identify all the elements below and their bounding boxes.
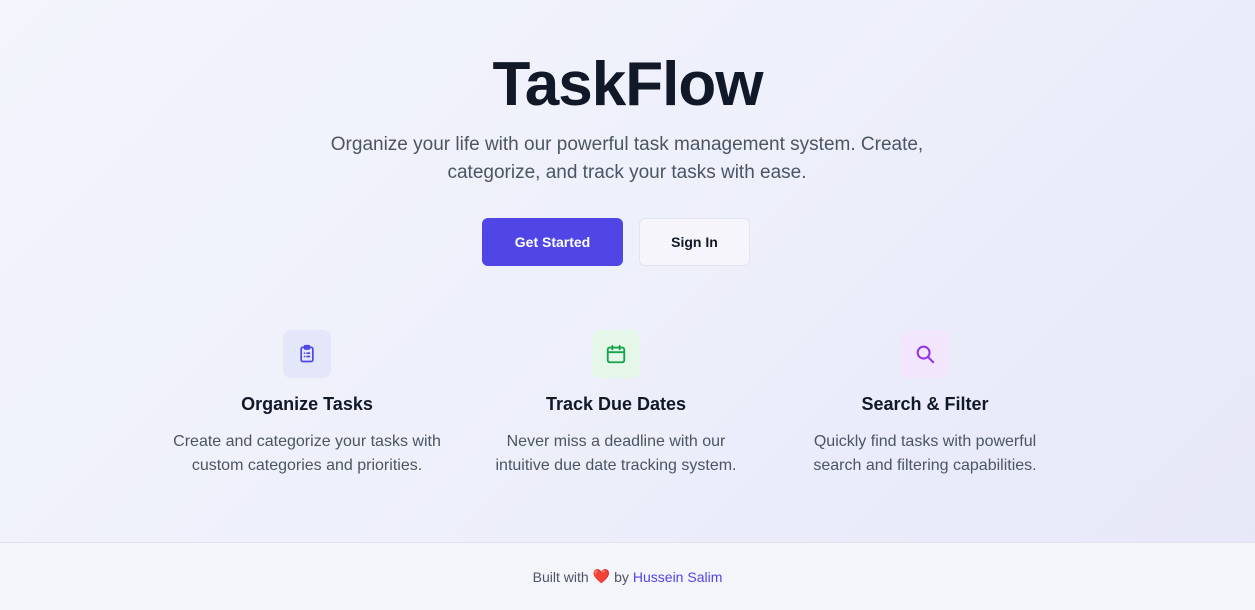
feature-description: Quickly find tasks with powerful search … — [813, 433, 1037, 474]
app-title: TaskFlow — [492, 50, 764, 119]
feature-title: Track Due Dates — [545, 394, 687, 414]
feature-organize-tasks: Organize Tasks Create and categorize you… — [157, 330, 457, 478]
feature-description: Create and categorize your tasks with cu… — [173, 433, 441, 474]
hero-subtitle: Organize your life with our powerful tas… — [330, 134, 924, 183]
page-footer: Built with ❤️ by Hussein Salim — [0, 542, 1255, 610]
get-started-button[interactable]: Get Started — [482, 218, 623, 266]
hero-section: TaskFlow Organize your life with our pow… — [0, 0, 1255, 542]
feature-track-due-dates: Track Due Dates Never miss a deadline wi… — [466, 330, 766, 478]
heart-icon: ❤️ — [592, 568, 611, 584]
clipboard-list-icon — [283, 330, 331, 378]
calendar-icon — [592, 330, 640, 378]
footer-prefix: Built with — [532, 568, 589, 585]
sign-in-button[interactable]: Sign In — [639, 218, 750, 266]
feature-search-filter: Search & Filter Quickly find tasks with … — [775, 330, 1075, 478]
feature-title: Organize Tasks — [241, 394, 373, 414]
author-link[interactable]: Hussein Salim — [633, 569, 722, 585]
search-icon — [901, 330, 949, 378]
feature-title: Search & Filter — [861, 394, 989, 414]
footer-by: by — [614, 568, 629, 585]
feature-description: Never miss a deadline with our intuitive… — [495, 433, 737, 474]
